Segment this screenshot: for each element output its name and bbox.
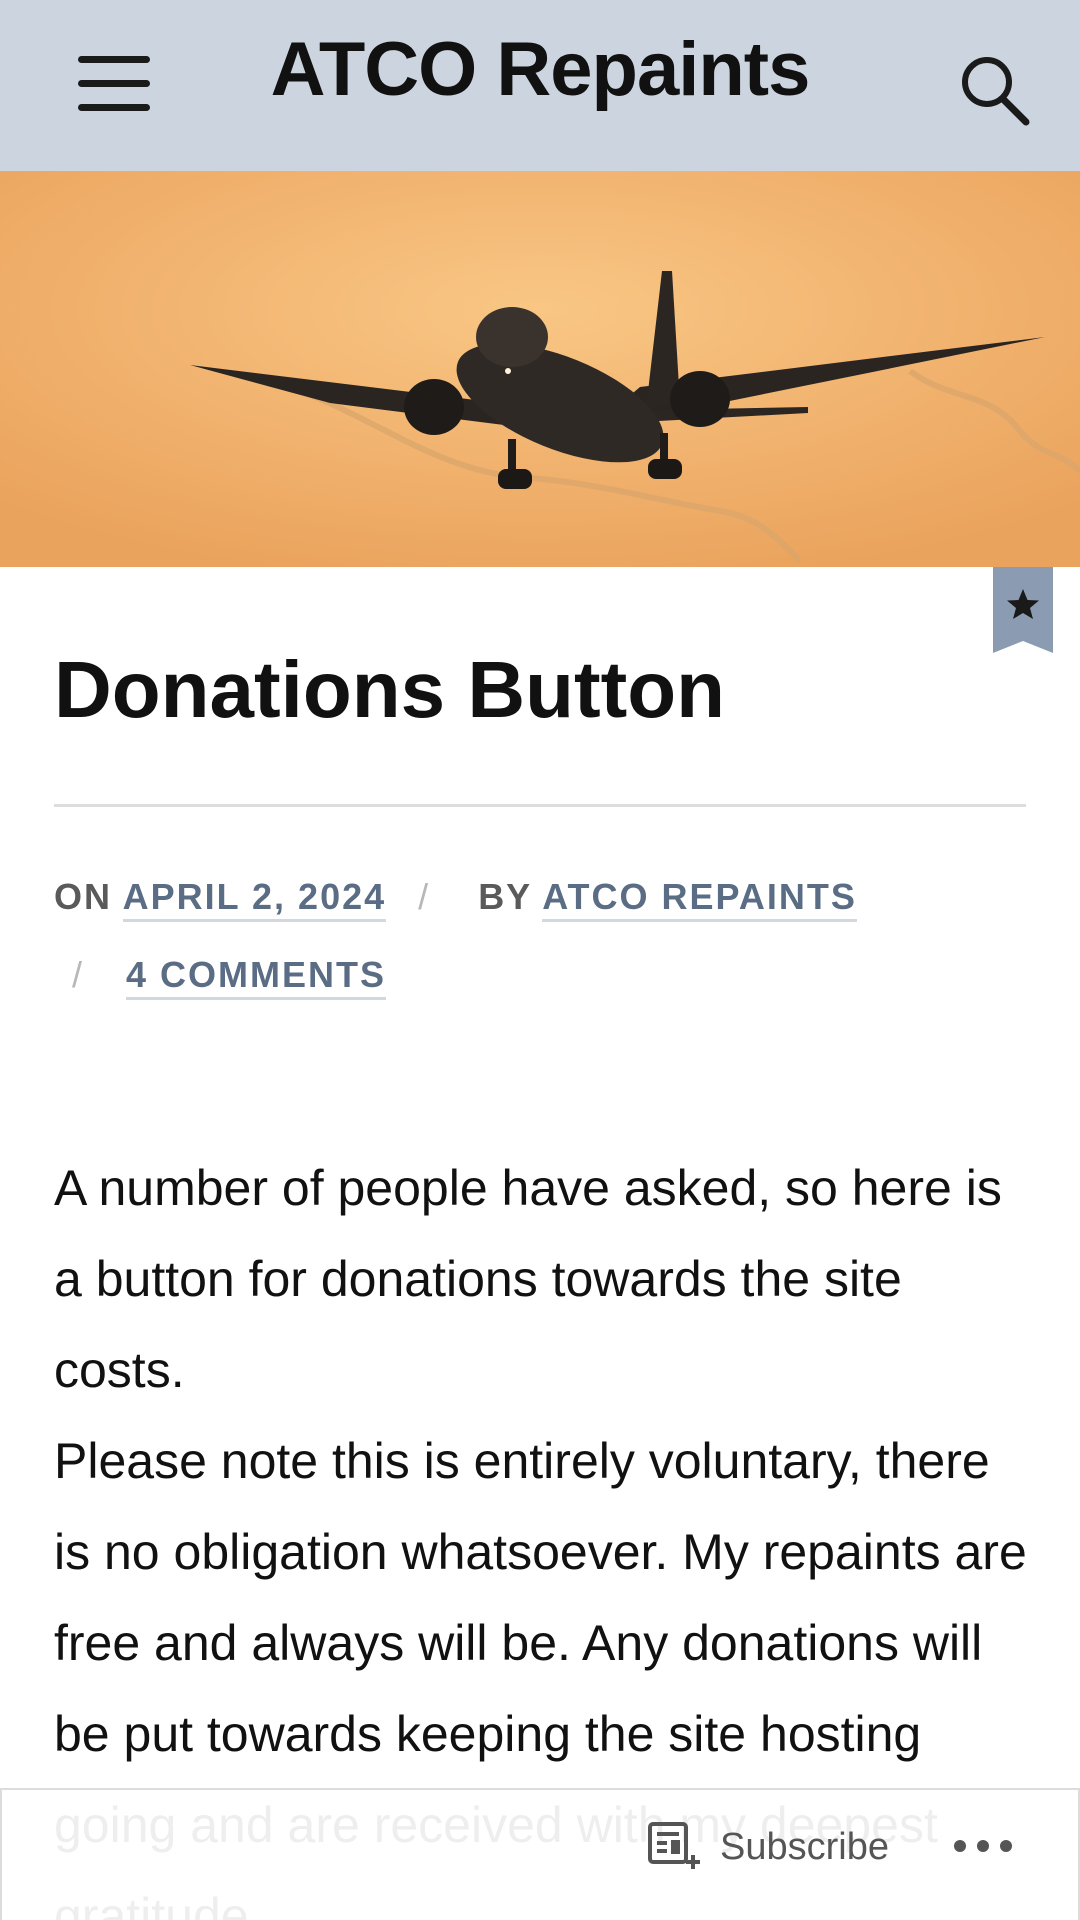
hero-image xyxy=(0,171,1080,567)
title-divider xyxy=(54,804,1026,807)
subscribe-button[interactable]: Subscribe xyxy=(642,1814,902,1884)
meta-separator: / xyxy=(418,876,431,917)
site-header: ATCO Repaints xyxy=(0,0,1080,171)
post-date-link[interactable]: APRIL 2, 2024 xyxy=(122,876,387,922)
meta-on-label: ON xyxy=(54,876,112,917)
site-title[interactable]: ATCO Repaints xyxy=(200,22,880,118)
subscribe-label: Subscribe xyxy=(720,1826,889,1868)
floating-action-bar: Subscribe xyxy=(0,1788,1080,1920)
more-options-button[interactable] xyxy=(948,1816,1018,1876)
page: ATCO Repaints Donations Button ON APRIL … xyxy=(0,0,1080,1920)
menu-button[interactable] xyxy=(64,48,164,120)
meta-separator: / xyxy=(72,954,85,995)
post-meta-line-1: ON APRIL 2, 2024 / BY ATCO REPAINTS xyxy=(54,876,857,936)
post-paragraph: A number of people have asked, so here i… xyxy=(54,1160,1002,1398)
post-title: Donations Button xyxy=(54,645,725,734)
post-author-link[interactable]: ATCO REPAINTS xyxy=(542,876,857,922)
meta-by-label: BY xyxy=(478,876,532,917)
airliner-photo xyxy=(0,171,1080,567)
search-icon xyxy=(962,57,1030,126)
more-options-icon xyxy=(954,1840,1012,1852)
search-button[interactable] xyxy=(950,44,1040,134)
post-meta-line-2: / 4 COMMENTS xyxy=(54,954,387,1014)
subscribe-reader-icon xyxy=(648,1822,700,1869)
post-comments-link[interactable]: 4 COMMENTS xyxy=(126,954,387,1000)
